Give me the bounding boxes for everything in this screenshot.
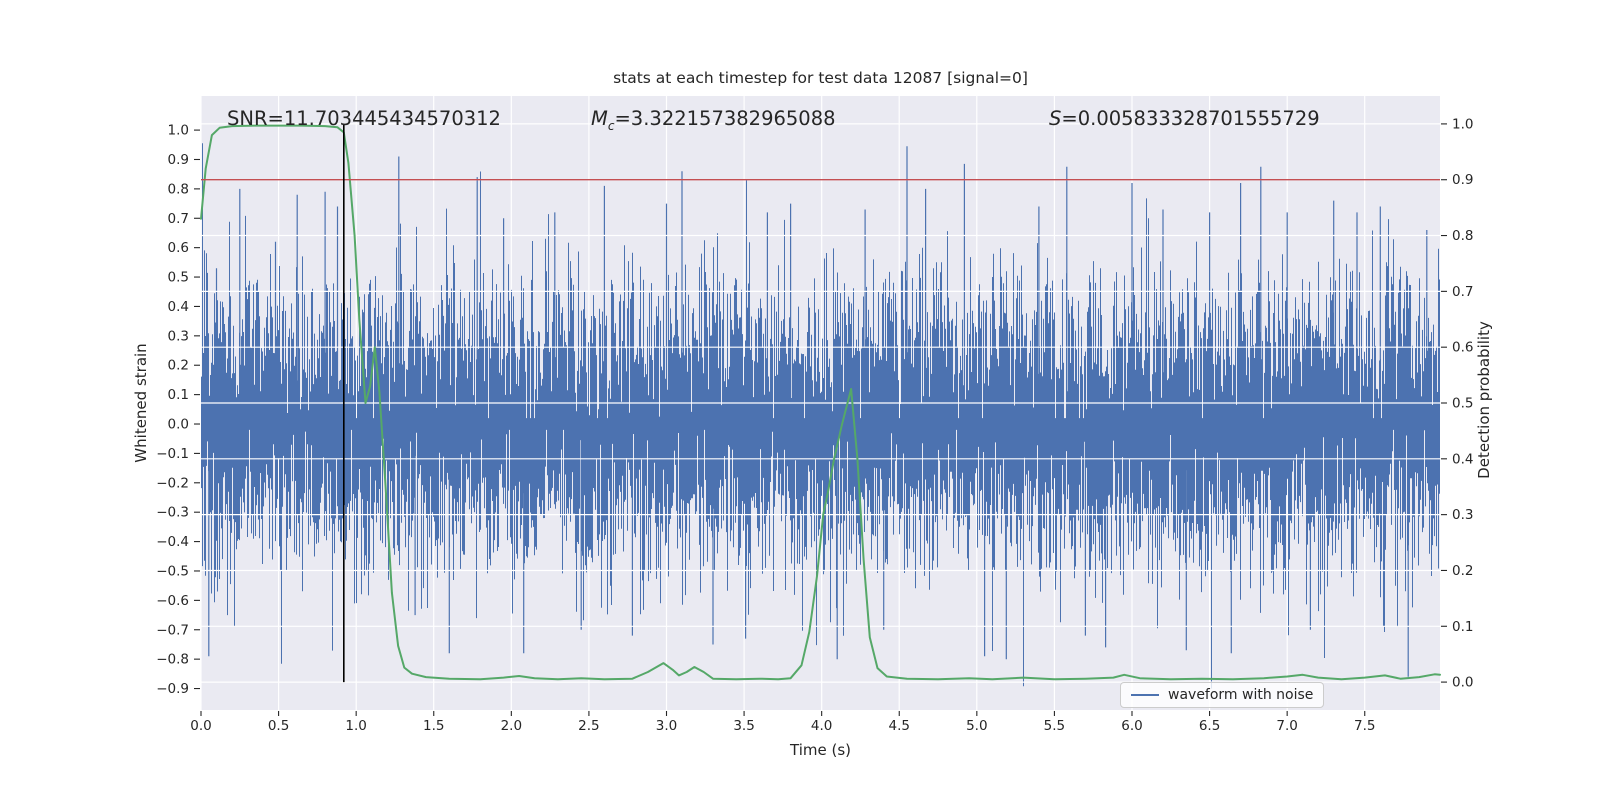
figure: 1.0 0.9 0.8 0.7 0.6 0.5 0.4 0.3 0.2 0.1 0.0 −0.1 −0.… (0, 0, 1600, 800)
y-left-tick-label: 0.7 (168, 211, 189, 227)
legend-label: waveform with noise (1168, 687, 1314, 703)
x-tick-label: 7.5 (1354, 718, 1375, 734)
y-axis-label-right: Detection probability (1475, 321, 1493, 479)
y-left-tick-label: −0.3 (156, 505, 189, 521)
annotation-snr: SNR=11.703445434570312 (227, 107, 501, 130)
y-left-tick-label: 0.4 (168, 299, 189, 315)
y-right-tick-label: 0.8 (1452, 228, 1473, 244)
x-tick-label: 6.5 (1199, 718, 1220, 734)
y-left-tick-label: −0.6 (156, 593, 189, 609)
x-tick-label: 2.5 (578, 718, 599, 734)
x-axis-label: Time (s) (790, 741, 851, 759)
y-left-tick-label: −0.1 (156, 446, 189, 462)
y-right-tick-label: 0.4 (1452, 451, 1473, 467)
x-tick-label: 5.5 (1044, 718, 1065, 734)
legend: waveform with noise (1120, 682, 1325, 708)
legend-line-sample (1131, 694, 1159, 696)
y-right-tick-label: 0.9 (1452, 172, 1473, 188)
y-left-tick-label: 0.9 (168, 152, 189, 168)
x-tick-label: 3.5 (733, 718, 754, 734)
x-tick-label: 1.0 (345, 718, 366, 734)
y-right-tick-label: 0.3 (1452, 507, 1473, 523)
x-tick-label: 7.0 (1276, 718, 1297, 734)
y-right-tick-label: 0.6 (1452, 340, 1473, 356)
y-axis-label-left: Whitened strain (132, 343, 150, 463)
x-tick-label: 0.0 (190, 718, 211, 734)
y-right-tick-label: 0.0 (1452, 675, 1473, 691)
y-left-tick-label: −0.8 (156, 652, 189, 668)
x-tick-label: 2.0 (501, 718, 522, 734)
y-left-tick-label: −0.9 (156, 681, 189, 697)
x-tick-label: 6.0 (1121, 718, 1142, 734)
annotation-s-symbol: S (1049, 107, 1062, 130)
y-right-tick-label: 0.5 (1452, 396, 1473, 412)
y-left-tick-label: −0.4 (156, 534, 189, 550)
y-right-tick-label: 1.0 (1452, 116, 1473, 132)
y-right-tick-label: 0.2 (1452, 563, 1473, 579)
y-left-tick-label: 0.8 (168, 181, 189, 197)
annotation-chirp-mass-symbol: M (591, 107, 608, 130)
x-tick-label: 4.0 (811, 718, 832, 734)
y-left-tick-label: 0.6 (168, 240, 189, 256)
y-left-tick-label: 0.1 (168, 387, 189, 403)
x-tick-label: 1.5 (423, 718, 444, 734)
y-right-tick-label: 0.7 (1452, 284, 1473, 300)
y-left-tick-label: 0.2 (168, 358, 189, 374)
x-tick-label: 4.5 (889, 718, 910, 734)
annotation-chirp-mass-value: =3.322157382965088 (614, 107, 836, 130)
annotation-s-value: =0.005833328701555729 (1061, 107, 1320, 130)
x-tick-label: 0.5 (268, 718, 289, 734)
y-left-tick-label: 1.0 (168, 123, 189, 139)
x-tick-label: 3.0 (656, 718, 677, 734)
y-left-tick-label: −0.5 (156, 563, 189, 579)
chart-title: stats at each timestep for test data 120… (613, 69, 1028, 87)
y-left-tick-label: −0.2 (156, 475, 189, 491)
annotation-s-statistic: S=0.005833328701555729 (1049, 107, 1320, 130)
y-left-tick-label: −0.7 (156, 622, 189, 638)
y-left-tick-label: 0.3 (168, 328, 189, 344)
x-tick-label: 5.0 (966, 718, 987, 734)
y-left-tick-label: 0.0 (168, 417, 189, 433)
y-right-tick-label: 0.1 (1452, 619, 1473, 635)
annotation-chirp-mass: Mc=3.322157382965088 (591, 107, 836, 133)
y-left-tick-label: 0.5 (168, 270, 189, 286)
